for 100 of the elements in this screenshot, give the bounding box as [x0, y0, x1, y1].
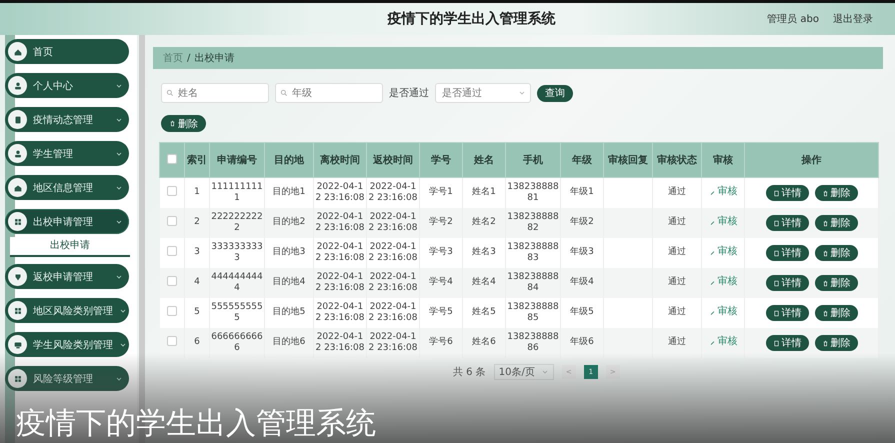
- chevron-down-icon: [115, 184, 123, 192]
- table-cell: 5555555555: [210, 298, 264, 328]
- shield-icon: [12, 272, 22, 282]
- edit-icon: [708, 308, 716, 316]
- table-cell: 目的地3: [264, 238, 314, 268]
- delete-button[interactable]: 删除: [814, 185, 858, 201]
- menu-item[interactable]: 出校申请管理: [5, 209, 129, 234]
- chevron-down-icon: [115, 218, 123, 226]
- table-cell: 姓名5: [462, 298, 506, 328]
- delete-button[interactable]: 删除: [161, 115, 206, 132]
- chevron-down-icon: [119, 340, 127, 348]
- table-cell: 年级3: [560, 238, 604, 268]
- table-cell: 通过: [652, 238, 702, 268]
- search-button[interactable]: 查询: [537, 84, 573, 102]
- details-button[interactable]: 详情: [766, 275, 808, 291]
- trash-icon: [169, 120, 176, 127]
- chevron-down-icon: [115, 150, 123, 158]
- table-cell: 目的地4: [264, 268, 314, 298]
- document-icon: [772, 220, 780, 226]
- home-icon: [12, 46, 22, 56]
- details-button[interactable]: 详情: [766, 305, 808, 321]
- details-button[interactable]: 详情: [766, 245, 808, 261]
- checkbox[interactable]: [167, 154, 177, 164]
- table-cell: 姓名1: [462, 178, 506, 208]
- delete-button[interactable]: 删除: [814, 305, 858, 321]
- table-cell: 目的地2: [264, 208, 314, 238]
- menu-item[interactable]: 地区风险类别管理: [5, 298, 129, 323]
- column-header: 审核: [702, 142, 744, 178]
- trash-icon: [822, 340, 828, 346]
- delete-button[interactable]: 删除: [814, 275, 858, 291]
- trash-icon: [822, 310, 828, 316]
- chevron-down-icon: [115, 272, 123, 280]
- grid-icon: [12, 374, 22, 384]
- video-caption: 疫情下的学生出入管理系统: [15, 405, 376, 443]
- table-cell: 2022-04-12 23:16:08: [314, 208, 366, 238]
- table-cell: 学号4: [420, 268, 462, 298]
- table-cell: 姓名4: [462, 268, 506, 298]
- person-icon: [12, 148, 22, 158]
- menu-item[interactable]: 地区信息管理: [5, 175, 129, 200]
- status-select[interactable]: 是否通过: [435, 83, 531, 103]
- table-cell: 通过: [652, 328, 702, 358]
- document-icon: [772, 310, 780, 316]
- trash-icon: [822, 250, 828, 256]
- menu-item[interactable]: 学生风险类别管理: [5, 332, 129, 357]
- edit-icon: [708, 338, 716, 346]
- table-cell: 学号5: [420, 298, 462, 328]
- chevron-down-icon: [115, 374, 123, 382]
- table-cell: 2022-04-12 23:16:08: [366, 238, 420, 268]
- table-cell: 2022-04-12 23:16:08: [366, 298, 420, 328]
- chevron-down-icon: [119, 306, 127, 314]
- trash-icon: [822, 280, 828, 286]
- checkbox[interactable]: [166, 306, 177, 316]
- trash-icon: [822, 220, 828, 226]
- search-field[interactable]: 姓名: [161, 83, 269, 103]
- table-cell: 13823888882: [506, 208, 560, 238]
- search-icon: [280, 89, 288, 97]
- submenu-item[interactable]: 出校申请: [10, 237, 130, 257]
- checkbox[interactable]: [166, 216, 177, 226]
- person-icon: [12, 80, 22, 90]
- menu-item[interactable]: 首页: [5, 39, 129, 64]
- table-cell: 2022-04-12 23:16:08: [314, 178, 366, 208]
- search-field[interactable]: 年级: [275, 83, 383, 103]
- column-header: 离校时间: [314, 142, 366, 178]
- chevron-down-icon: [115, 116, 123, 124]
- menu-item[interactable]: 风险等级管理: [5, 366, 129, 391]
- edit-icon: [708, 278, 716, 286]
- details-button[interactable]: 详情: [766, 215, 808, 231]
- table-cell: 4: [184, 268, 210, 298]
- building-icon: [12, 182, 22, 192]
- details-button[interactable]: 详情: [766, 185, 808, 201]
- monitor-icon: [12, 340, 22, 350]
- table-cell: 目的地1: [264, 178, 314, 208]
- menu-item[interactable]: 学生管理: [5, 141, 129, 166]
- delete-button[interactable]: 删除: [814, 245, 858, 261]
- menu-item[interactable]: 返校申请管理: [5, 264, 129, 289]
- filter-label: 是否通过: [389, 86, 429, 100]
- menu-item[interactable]: 疫情动态管理: [5, 107, 129, 132]
- column-header: 年级: [560, 142, 604, 178]
- checkbox[interactable]: [166, 186, 177, 196]
- delete-button[interactable]: 删除: [814, 215, 858, 231]
- table-cell: 2022-04-12 23:16:08: [314, 298, 366, 328]
- checkbox[interactable]: [166, 246, 177, 256]
- delete-button[interactable]: 删除: [814, 335, 858, 351]
- table-cell: 1: [184, 178, 210, 208]
- checkbox[interactable]: [166, 276, 177, 286]
- table-cell: 2222222222: [210, 208, 264, 238]
- column-header: 申请编号: [210, 142, 264, 178]
- table-cell: 2022-04-12 23:16:08: [366, 178, 420, 208]
- table-cell: 年级2: [560, 208, 604, 238]
- document-icon: [772, 250, 780, 256]
- table-cell: 通过: [652, 268, 702, 298]
- chevron-down-icon: [518, 89, 526, 97]
- chevron-down-icon: [540, 368, 549, 376]
- clipboard-icon: [12, 114, 22, 124]
- logout-link[interactable]: 退出登录: [833, 12, 873, 26]
- menu-item[interactable]: 个人中心: [5, 73, 129, 98]
- table-cell: 年级5: [560, 298, 604, 328]
- page-size-select[interactable]: 10条/页: [494, 364, 554, 380]
- checkbox[interactable]: [166, 336, 177, 346]
- details-button[interactable]: 详情: [766, 335, 808, 351]
